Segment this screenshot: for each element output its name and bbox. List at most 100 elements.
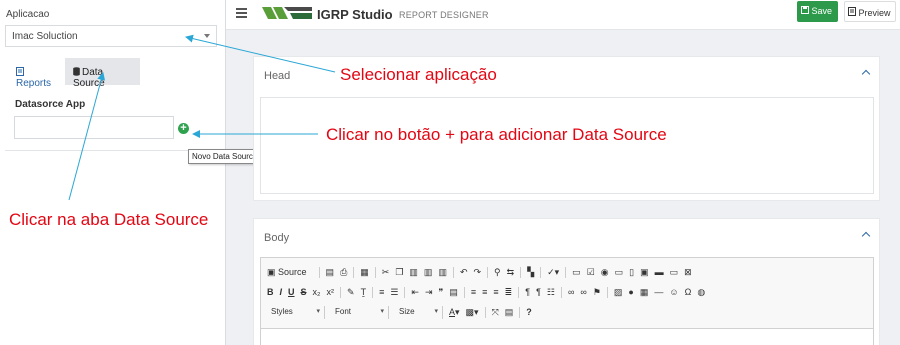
font-label: Font <box>335 306 352 316</box>
datasource-label: Datasorce App <box>15 99 86 110</box>
save-label: Save <box>811 6 833 16</box>
save-doc-icon[interactable]: ▤ <box>326 267 335 278</box>
save-button[interactable]: Save <box>797 1 838 22</box>
print-icon[interactable]: ⎙ <box>340 267 347 278</box>
unlink-icon[interactable]: ∞ <box>580 287 586 297</box>
select-icon[interactable]: ▣ <box>640 267 649 278</box>
hiddenfield-icon[interactable]: ⊠ <box>684 267 692 278</box>
head-panel-title: Head <box>264 70 291 82</box>
superscript-icon[interactable]: x² <box>327 287 335 297</box>
toolbar-row-2: B I U S x₂ x² ✎ Ṯ ≡ ☰ ⇤ ⇥ ❞ ▤ ≡ ≡ ≡ ≣ ¶ … <box>267 282 867 302</box>
show-blocks-icon[interactable]: ▤ <box>505 307 514 318</box>
toolbar-row-3: Styles ▾ Font ▾ Size ▾ A▾ ▩▾ ⤧ ▤ ? <box>267 302 867 322</box>
smiley-icon[interactable]: ☺ <box>669 287 678 297</box>
size-dropdown[interactable]: Size ▾ <box>395 305 443 319</box>
ltr-icon[interactable]: ¶ <box>525 287 530 297</box>
database-icon <box>73 67 80 76</box>
horizontal-rule-icon[interactable]: ― <box>654 287 663 297</box>
anchor-icon[interactable]: ⚑ <box>593 287 601 298</box>
menu-icon[interactable] <box>236 8 247 18</box>
tab-reports-label: Reports <box>16 78 52 89</box>
template-icon[interactable]: ▦ <box>360 267 369 278</box>
tab-data-source[interactable]: Data Source <box>65 58 140 89</box>
chevron-up-icon[interactable] <box>861 231 871 241</box>
annotation-click-add: Clicar no botão + para adicionar Data So… <box>326 125 667 144</box>
link-icon[interactable]: ∞ <box>568 287 574 297</box>
app-select-value: Imac Soluction <box>12 31 78 42</box>
preview-icon <box>848 7 856 16</box>
align-center-icon[interactable]: ≡ <box>482 287 487 297</box>
find-icon[interactable]: ⚲ <box>494 267 501 278</box>
undo-icon[interactable]: ↶ <box>460 267 468 278</box>
italic-icon[interactable]: I <box>280 287 283 297</box>
copy-format-icon[interactable]: ✎ <box>347 287 355 298</box>
paste-icon[interactable]: ▥ <box>409 267 418 278</box>
align-right-icon[interactable]: ≡ <box>493 287 498 297</box>
special-char-icon[interactable]: Ω <box>685 287 692 297</box>
styles-dropdown[interactable]: Styles ▾ <box>267 305 325 319</box>
rtl-icon[interactable]: ¶ <box>536 287 541 297</box>
styles-label: Styles <box>271 306 293 316</box>
preview-label: Preview <box>858 8 891 18</box>
document-icon <box>16 67 24 76</box>
size-label: Size <box>399 306 415 316</box>
underline-icon[interactable]: U <box>288 287 295 297</box>
image-icon[interactable]: ▨ <box>614 287 623 298</box>
numbered-list-icon[interactable]: ≡ <box>379 287 384 297</box>
radio-icon[interactable]: ◉ <box>601 267 609 278</box>
tab-reports[interactable]: Reports <box>8 58 64 89</box>
outdent-icon[interactable]: ⇤ <box>411 287 419 298</box>
spellcheck-icon[interactable]: ✓▾ <box>547 267 559 278</box>
remove-format-icon[interactable]: Ṯ <box>361 287 367 297</box>
head-content-area[interactable] <box>260 97 874 194</box>
copy-icon[interactable]: ❐ <box>395 267 403 278</box>
plus-icon: + <box>180 122 187 134</box>
datasource-input[interactable] <box>14 116 174 139</box>
help-icon[interactable]: ? <box>526 307 532 317</box>
replace-icon[interactable]: ⇆ <box>507 267 515 278</box>
blockquote-icon[interactable]: ❞ <box>439 287 444 298</box>
div-icon[interactable]: ▤ <box>449 287 458 298</box>
chevron-down-icon: ▾ <box>316 307 320 315</box>
strikethrough-icon[interactable]: S <box>301 287 307 297</box>
app-label: Aplicacao <box>6 9 50 20</box>
textfield-icon[interactable]: ▭ <box>615 267 624 278</box>
imagebutton-icon[interactable]: ▭ <box>670 267 679 278</box>
text-color-icon[interactable]: A▾ <box>449 307 460 318</box>
indent-icon[interactable]: ⇥ <box>425 287 433 298</box>
editor-toolbar: ▣ Source ▤ ⎙ ▦ ✂ ❐ ▥ ▥ ▥ ↶ ↷ ⚲ ⇆ ▚ ✓▾ ▭ … <box>261 258 873 329</box>
body-panel: Body ▣ Source ▤ ⎙ ▦ ✂ ❐ ▥ ▥ ▥ ↶ ↷ ⚲ ⇆ ▚ … <box>253 218 880 345</box>
checkbox-icon[interactable]: ☑ <box>587 267 595 278</box>
table-icon[interactable]: ▦ <box>640 287 649 298</box>
redo-icon[interactable]: ↷ <box>474 267 482 278</box>
save-icon <box>801 6 809 14</box>
language-icon[interactable]: ☷ <box>547 287 555 298</box>
bulleted-list-icon[interactable]: ☰ <box>390 287 398 298</box>
annotation-click-tab: Clicar na aba Data Source <box>9 210 209 229</box>
add-datasource-tooltip: Novo Data Source <box>188 149 262 164</box>
add-datasource-button[interactable]: + <box>178 123 189 134</box>
form-icon[interactable]: ▭ <box>572 267 581 278</box>
button-icon[interactable]: ▬ <box>655 267 664 277</box>
bg-color-icon[interactable]: ▩▾ <box>466 307 479 318</box>
flash-icon[interactable]: ● <box>628 287 633 297</box>
iframe-icon[interactable]: ◍ <box>697 287 705 298</box>
app-select[interactable]: Imac Soluction <box>5 25 217 47</box>
subscript-icon[interactable]: x₂ <box>313 287 321 297</box>
textarea-icon[interactable]: ▯ <box>629 267 634 278</box>
app-brand: IGRP Studio <box>317 7 393 22</box>
paste-text-icon[interactable]: ▥ <box>424 267 433 278</box>
paste-word-icon[interactable]: ▥ <box>438 267 447 278</box>
align-left-icon[interactable]: ≡ <box>471 287 476 297</box>
cut-icon[interactable]: ✂ <box>382 267 390 278</box>
source-label: Source <box>278 266 307 277</box>
maximize-icon[interactable]: ⤧ <box>492 307 499 318</box>
source-button[interactable]: ▣ Source <box>267 267 313 278</box>
font-dropdown[interactable]: Font ▾ <box>331 305 389 319</box>
align-justify-icon[interactable]: ≣ <box>505 287 513 298</box>
bold-icon[interactable]: B <box>267 287 274 297</box>
preview-button[interactable]: Preview <box>844 1 896 22</box>
chevron-up-icon[interactable] <box>861 69 871 79</box>
rich-text-editor: ▣ Source ▤ ⎙ ▦ ✂ ❐ ▥ ▥ ▥ ↶ ↷ ⚲ ⇆ ▚ ✓▾ ▭ … <box>260 257 874 345</box>
select-all-icon[interactable]: ▚ <box>527 267 534 278</box>
